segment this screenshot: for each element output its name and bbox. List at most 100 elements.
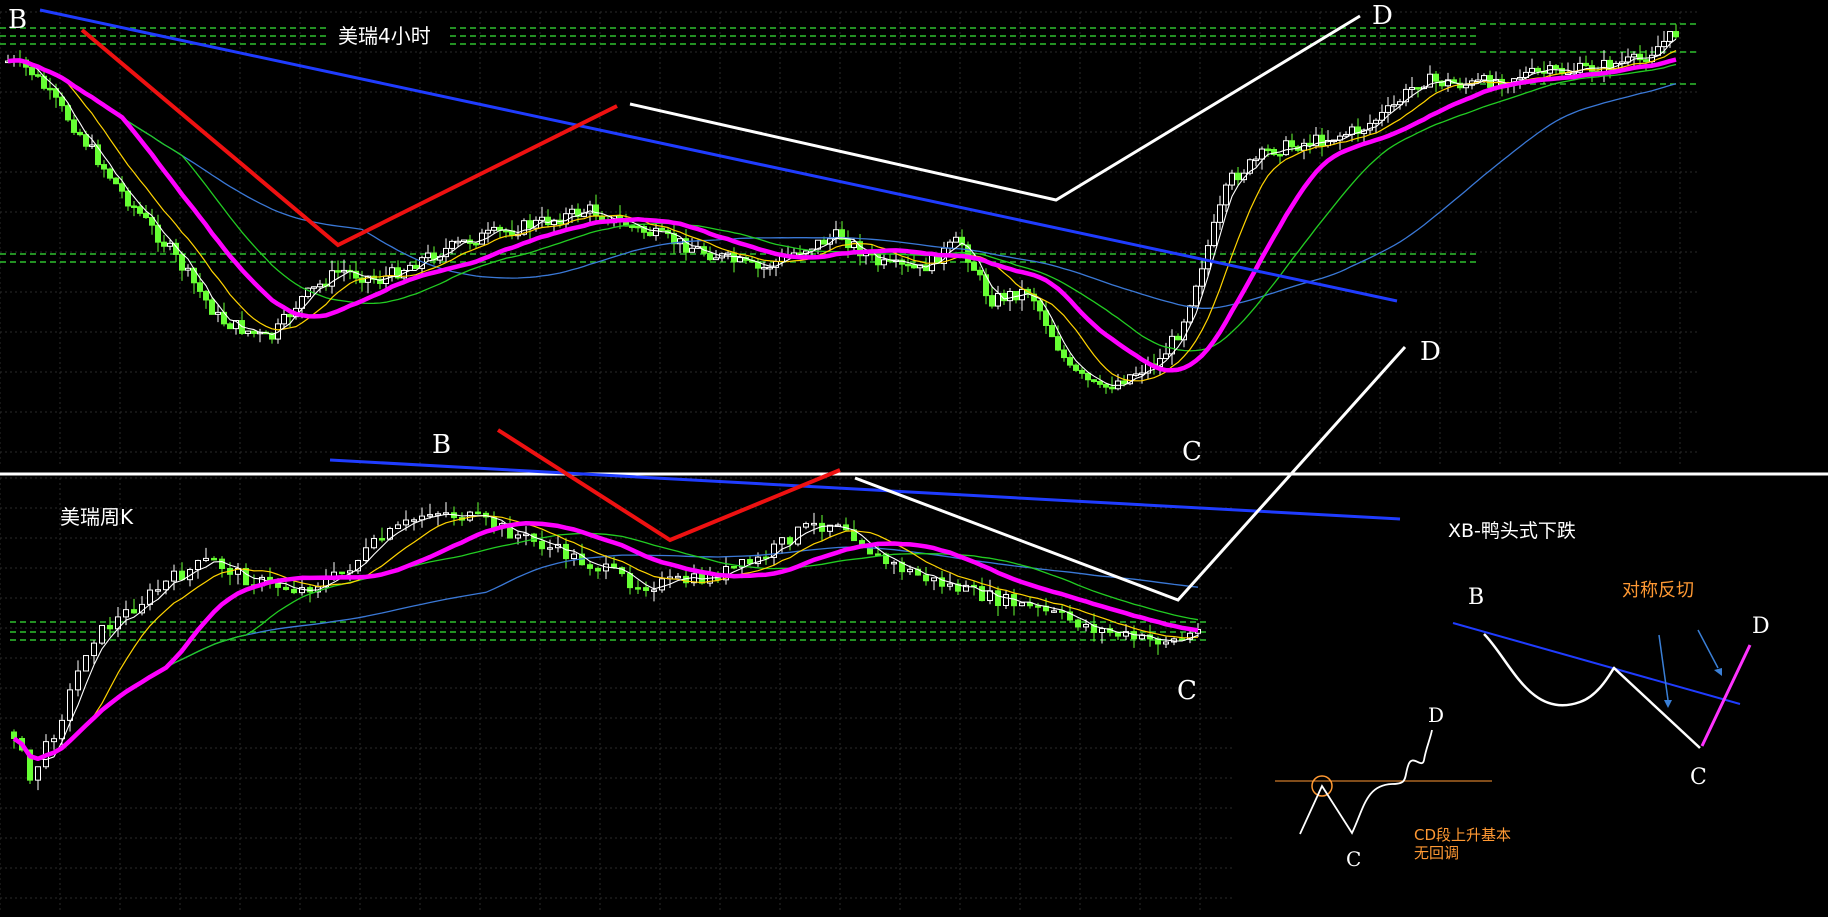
candle-body [99,624,105,644]
candle-body [65,105,71,121]
candle-body [283,586,289,590]
mini-label-d: D [1428,703,1444,727]
candle-body [75,670,81,691]
candle-body [635,225,641,229]
candle-body [1643,59,1649,63]
candle-body [195,559,201,571]
candle-body [1193,285,1199,307]
candle-body [1661,40,1667,48]
candle-body [1007,290,1013,302]
candle-body [1301,142,1307,151]
candle-body [767,266,773,270]
candle-body [379,538,385,541]
candle-body [1061,349,1067,359]
candle-body [203,557,209,561]
diagram-label-c: C [1690,765,1707,790]
candle-body [1463,84,1469,89]
chart-canvas: 美瑞4小时 B D C D 美瑞周K B C XB-鸭头式下跌 对称反切 B C… [0,0,1828,917]
candle-body [1235,172,1241,181]
candle-body [1091,379,1097,382]
candle-body [1205,245,1211,270]
candle-body [905,263,911,267]
mini-caption-1: CD段上升基本 [1414,826,1511,844]
candle-body [311,286,317,289]
candle-body [845,238,851,249]
candle-body [427,514,433,517]
candle-body [515,534,521,539]
candle-body [1049,325,1055,338]
candle-body [179,570,185,581]
candle-body [29,66,35,76]
candle-body [411,519,417,522]
candle-body [779,537,785,545]
label-c-weekly: C [1177,676,1197,706]
candle-body [1229,172,1235,186]
candle-body [821,239,827,245]
candle-body [71,119,77,133]
candle-body [947,583,953,587]
candle-body [1121,380,1127,385]
candle-body [593,204,599,217]
candle-body [171,570,177,582]
candle-body [523,533,529,537]
candle-body [191,267,197,284]
label-c-4h: C [1182,437,1202,467]
candle-body [989,295,995,307]
candle-body [371,538,377,549]
candle-body [923,574,929,582]
candle-body [659,227,665,231]
candle-body [67,689,73,721]
candle-body [795,526,801,545]
candle-body [107,168,113,179]
background [0,0,1828,917]
candle-body [485,229,491,234]
candle-body [911,264,917,269]
candle-body [635,587,641,590]
candle-body [1043,310,1049,327]
candle-body [1415,87,1421,90]
candle-body [569,208,575,215]
candle-body [59,96,65,107]
candle-body [1343,133,1349,137]
candle-body [317,283,323,288]
candle-body [539,540,545,550]
candle-body [595,567,601,572]
candle-body [383,275,389,285]
candle-body [811,522,817,526]
candle-body [675,575,681,579]
candle-body [1199,268,1205,287]
candle-body [473,242,479,246]
diagram-note: 对称反切 [1622,580,1694,601]
diagram-title: XB-鸭头式下跌 [1448,520,1576,542]
candle-body [851,241,857,249]
candle-body [747,559,753,565]
candle-body [215,311,221,315]
candle-body [243,567,249,586]
candle-body [1535,67,1541,72]
candle-body [1265,148,1271,152]
candle-body [491,226,497,231]
candle-body [689,247,695,253]
candle-body [1667,31,1673,42]
candle-body [1051,610,1057,613]
candle-body [455,240,461,244]
candle-body [659,578,665,591]
candle-body [1433,73,1439,82]
candle-body [539,216,545,221]
candle-body [1553,65,1559,69]
candle-body [197,282,203,292]
candle-body [1565,72,1571,76]
candle-body [1391,104,1397,107]
candle-body [125,190,131,207]
candle-body [803,523,809,528]
candle-body [137,206,143,214]
candle-body [627,573,633,589]
candle-body [1277,153,1283,157]
candle-body [547,547,553,550]
candle-body [131,205,137,208]
candle-body [35,766,41,781]
candle-body [179,253,185,271]
candle-body [1385,105,1391,113]
candle-body [413,264,419,269]
candle-body [1223,184,1229,206]
